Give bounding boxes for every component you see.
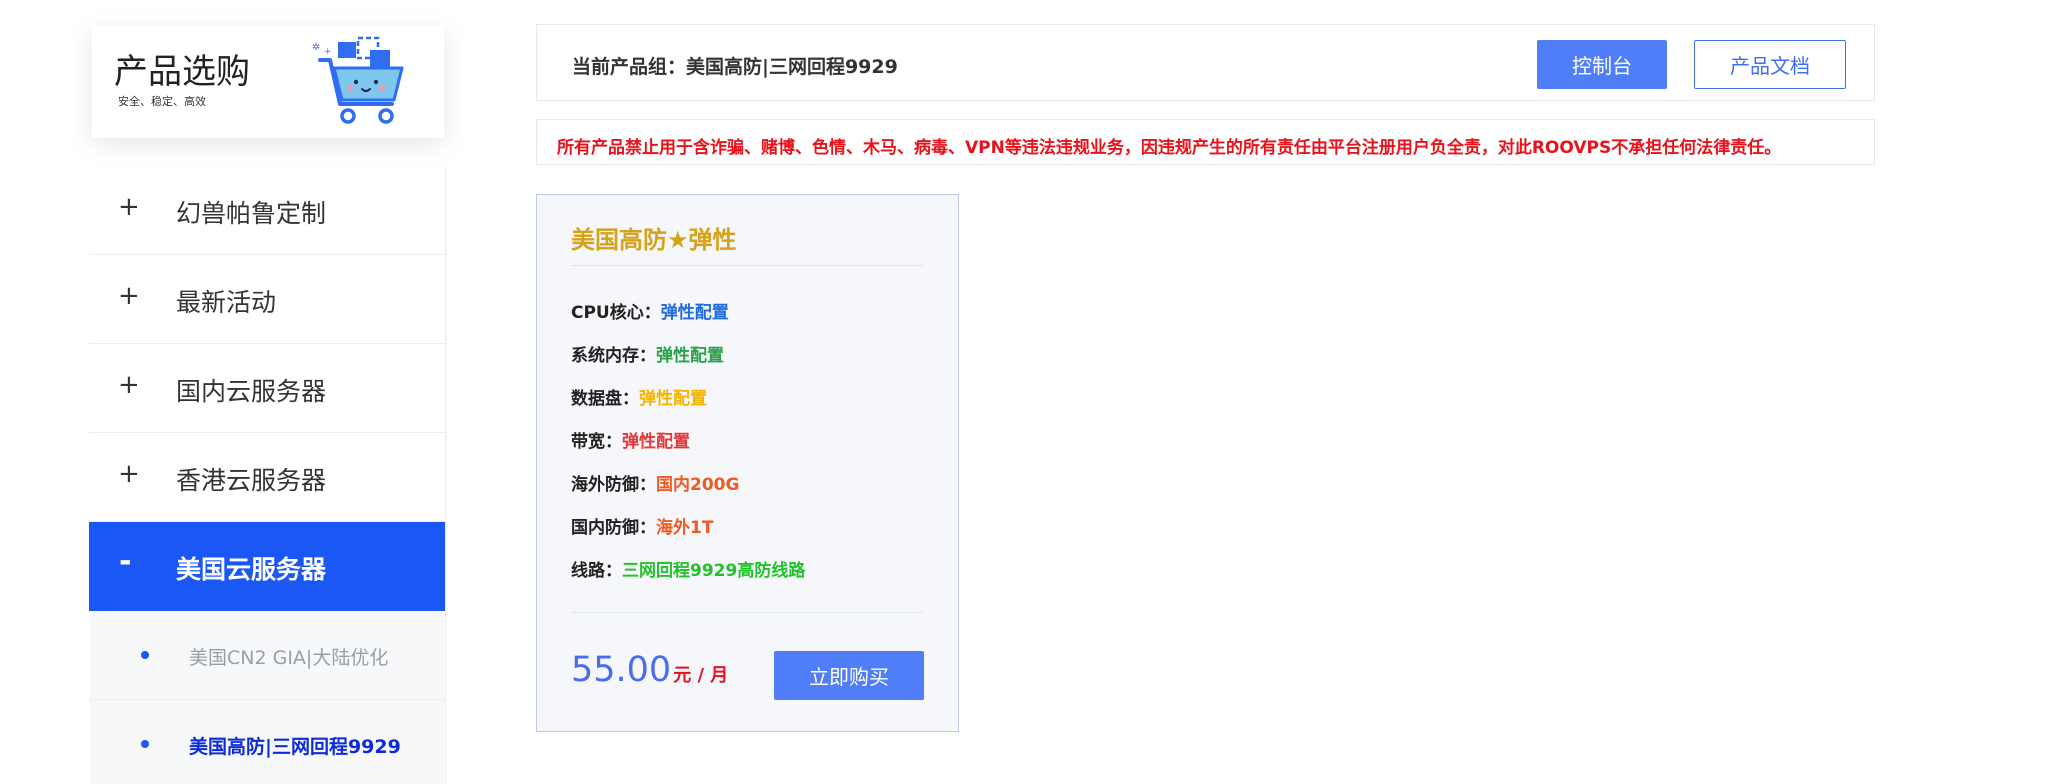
menu-item-label: 幻兽帕鲁定制 [176, 199, 327, 228]
current-product-group: 当前产品组：美国高防|三网回程9929 [572, 56, 898, 78]
category-menu: + 幻兽帕鲁定制 + 最新活动 + 国内云服务器 + 香港云服务器 - 美国云服… [89, 166, 446, 784]
spec-label: 系统内存： [571, 346, 656, 366]
spec-value: 海外1T [656, 518, 714, 538]
menu-item-label: 香港云服务器 [176, 466, 327, 495]
menu-item-label: 国内云服务器 [176, 377, 327, 406]
product-group-bar: 当前产品组：美国高防|三网回程9929 控制台 产品文档 [536, 24, 1875, 101]
spec-label: 海外防御： [571, 475, 656, 495]
svg-text:+: + [324, 47, 332, 57]
buy-now-button[interactable]: 立即购买 [774, 651, 924, 700]
spec-label: CPU核心： [571, 303, 661, 323]
shopping-cart-icon: ✲ + [312, 36, 404, 124]
sidebar: 产品选购 安全、稳定、高效 ✲ + + 幻兽帕鲁定制 + 最新活动 + 国内云服… [89, 0, 446, 784]
console-button[interactable]: 控制台 [1537, 40, 1667, 89]
bullet-dot-icon [141, 651, 149, 659]
warning-text: 所有产品禁止用于含诈骗、赌博、色情、木马、病毒、VPN等违法违规业务，因违规产生… [557, 138, 1782, 158]
submenu-item-label: 美国CN2 GIA|大陆优化 [189, 647, 389, 669]
spec-label: 带宽： [571, 432, 622, 452]
expand-plus-icon: + [118, 281, 140, 311]
brand-subtitle: 安全、稳定、高效 [118, 95, 206, 108]
brand-panel: 产品选购 安全、稳定、高效 ✲ + [92, 26, 444, 138]
menu-item-us-cloud[interactable]: - 美国云服务器 [89, 522, 445, 611]
spec-value: 三网回程9929高防线路 [622, 561, 806, 581]
divider [571, 265, 924, 266]
warning-notice: 所有产品禁止用于含诈骗、赌博、色情、木马、病毒、VPN等违法违规业务，因违规产生… [536, 119, 1875, 165]
menu-item-hongkong-cloud[interactable]: + 香港云服务器 [89, 433, 445, 522]
spec-label: 数据盘： [571, 389, 639, 409]
product-docs-button[interactable]: 产品文档 [1694, 40, 1846, 89]
price-unit: 元 / 月 [673, 665, 729, 686]
spec-value: 弹性配置 [656, 346, 724, 366]
spec-domestic-defense: 国内防御：海外1T [571, 513, 713, 538]
product-card: 美国高防★弹性 CPU核心：弹性配置 系统内存：弹性配置 数据盘：弹性配置 带宽… [536, 194, 959, 732]
brand-title: 产品选购 [114, 52, 250, 92]
spec-label: 国内防御： [571, 518, 656, 538]
expand-plus-icon: + [118, 459, 140, 489]
submenu-item-us-ddos-9929[interactable]: 美国高防|三网回程9929 [89, 700, 445, 784]
spec-overseas-defense: 海外防御：国内200G [571, 470, 739, 495]
menu-item-domestic-cloud[interactable]: + 国内云服务器 [89, 344, 445, 433]
svg-text:✲: ✲ [312, 42, 320, 53]
spec-route: 线路：三网回程9929高防线路 [571, 556, 805, 581]
menu-item-label: 美国云服务器 [176, 555, 327, 584]
spec-label: 线路： [571, 561, 622, 581]
divider [571, 612, 924, 613]
collapse-minus-icon: - [119, 544, 132, 579]
product-title: 美国高防★弹性 [571, 226, 737, 254]
menu-item-latest-activities[interactable]: + 最新活动 [89, 255, 445, 344]
spec-memory: 系统内存：弹性配置 [571, 341, 724, 366]
menu-item-label: 最新活动 [176, 288, 277, 317]
expand-plus-icon: + [118, 192, 140, 222]
menu-item-palworld[interactable]: + 幻兽帕鲁定制 [89, 166, 445, 255]
submenu-item-us-cn2-gia[interactable]: 美国CN2 GIA|大陆优化 [89, 611, 445, 700]
spec-disk: 数据盘：弹性配置 [571, 384, 707, 409]
price: 55.00 元 / 月 [571, 650, 728, 690]
bullet-dot-icon [141, 740, 149, 748]
spec-cpu: CPU核心：弹性配置 [571, 298, 729, 323]
price-amount: 55.00 [571, 650, 672, 690]
spec-value: 国内200G [656, 475, 740, 495]
spec-value: 弹性配置 [622, 432, 690, 452]
spec-value: 弹性配置 [639, 389, 707, 409]
spec-value: 弹性配置 [660, 303, 729, 323]
expand-plus-icon: + [118, 370, 140, 400]
spec-bandwidth: 带宽：弹性配置 [571, 427, 690, 452]
submenu-item-label: 美国高防|三网回程9929 [189, 736, 401, 758]
